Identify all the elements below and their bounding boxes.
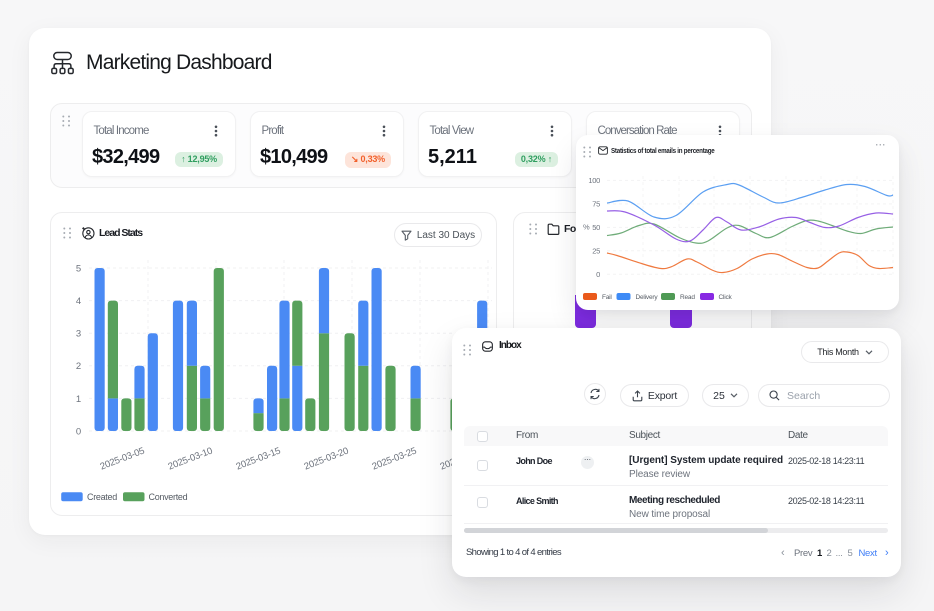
svg-text:0: 0 — [596, 270, 600, 279]
svg-text:2: 2 — [76, 361, 81, 372]
svg-text:100: 100 — [588, 176, 600, 185]
svg-text:5: 5 — [76, 263, 81, 274]
svg-text:0: 0 — [76, 426, 81, 437]
svg-text:Delivery: Delivery — [636, 294, 659, 301]
svg-text:Click: Click — [719, 294, 733, 301]
svg-text:2025-03-20: 2025-03-20 — [303, 446, 350, 473]
svg-text:25: 25 — [592, 247, 600, 256]
svg-text:%: % — [583, 223, 590, 232]
svg-text:Fail: Fail — [602, 294, 612, 301]
svg-text:4: 4 — [76, 296, 81, 307]
svg-text:1: 1 — [76, 394, 81, 405]
svg-text:3: 3 — [76, 329, 81, 340]
svg-text:Converted: Converted — [149, 492, 188, 502]
svg-text:2025-03-15: 2025-03-15 — [235, 446, 282, 473]
svg-text:2025-03-25: 2025-03-25 — [371, 446, 418, 473]
svg-text:2025-03-10: 2025-03-10 — [167, 446, 214, 473]
svg-text:Read: Read — [680, 294, 695, 301]
svg-text:2025-03-05: 2025-03-05 — [99, 446, 146, 473]
svg-text:75: 75 — [592, 200, 600, 209]
svg-text:50: 50 — [592, 223, 600, 232]
svg-text:Created: Created — [87, 492, 117, 502]
